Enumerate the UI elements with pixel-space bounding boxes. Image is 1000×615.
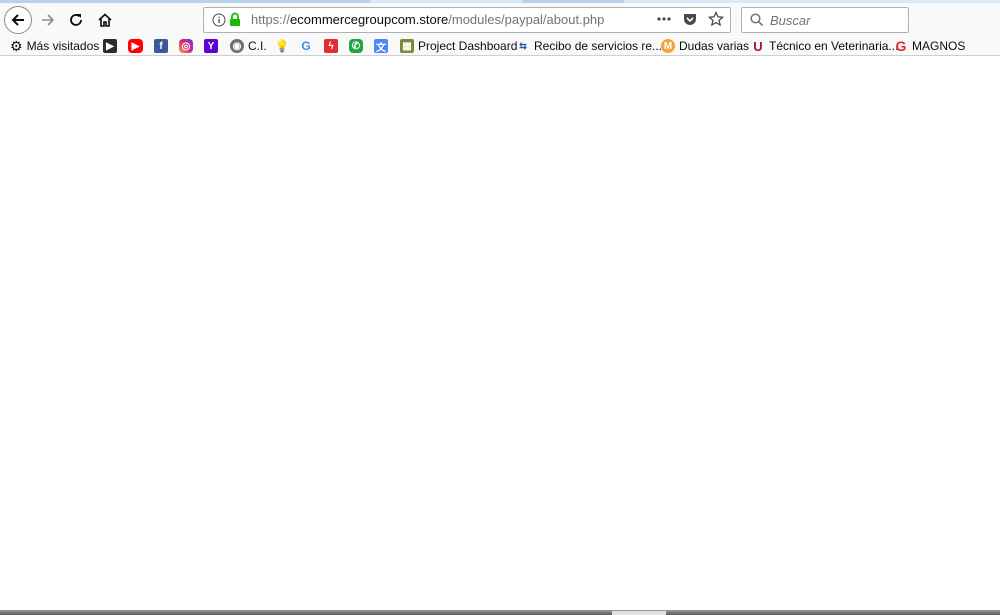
bookmark-whatsapp[interactable]: ✆ xyxy=(349,38,363,54)
bookmark-translate[interactable]: 文 xyxy=(374,38,388,54)
bookmark-label: Dudas varias xyxy=(679,39,750,53)
bookmark-label: Más visitados xyxy=(26,39,100,53)
pocket-icon[interactable] xyxy=(682,11,698,27)
url-path: /modules/paypal/about.php xyxy=(448,12,605,27)
back-button[interactable] xyxy=(4,6,32,34)
url-host: ecommercegroupcom.store xyxy=(290,12,449,27)
bookmark-ci[interactable]: ◉ C.I. xyxy=(230,38,267,54)
globe-icon: ◉ xyxy=(230,39,244,53)
translate-icon: 文 xyxy=(374,39,388,54)
gear-icon: ⚙ xyxy=(10,38,23,54)
youtube-icon: ▶ xyxy=(128,39,143,53)
magnos-g-icon: G xyxy=(895,38,907,54)
url-text[interactable]: https://ecommercegroupcom.store/modules/… xyxy=(251,12,604,27)
forward-arrow-icon xyxy=(42,14,55,26)
bookmark-dudas[interactable]: M Dudas varias xyxy=(661,38,749,54)
forward-button[interactable] xyxy=(35,7,61,33)
instagram-icon: ◎ xyxy=(179,39,193,53)
reload-icon xyxy=(70,14,82,26)
university-icon: U xyxy=(753,38,763,54)
page-actions-icon[interactable] xyxy=(656,11,672,27)
search-bar[interactable]: Buscar xyxy=(741,7,909,33)
flash-icon: ϟ xyxy=(324,39,338,53)
whatsapp-icon: ✆ xyxy=(349,39,363,53)
bookmark-flash[interactable]: ϟ xyxy=(324,38,338,54)
bookmark-label: MAGNOS xyxy=(912,39,966,53)
bookmark-project-dashboard[interactable]: ▦ Project Dashboard xyxy=(400,38,517,54)
bookmark-magnos[interactable]: G MAGNOS xyxy=(894,38,966,54)
page-content xyxy=(0,57,1000,610)
bookmarks-toolbar: ⚙ Más visitados ▶ ▶ f ◎ Y ◉ C.I. 💡 G ϟ ✆… xyxy=(0,36,1000,56)
navigation-toolbar: https://ecommercegroupcom.store/modules/… xyxy=(0,3,1000,36)
bookmark-tecnico[interactable]: U Técnico en Veterinaria... xyxy=(751,38,898,54)
bookmark-google[interactable]: G xyxy=(299,38,313,54)
home-icon xyxy=(98,13,112,27)
taskbar-edge xyxy=(0,610,1000,615)
bookmark-youtube[interactable]: ▶ xyxy=(128,38,143,54)
bookmark-facebook[interactable]: f xyxy=(154,38,168,54)
play-icon: ▶ xyxy=(103,39,117,53)
url-scheme: https:// xyxy=(251,12,291,27)
search-icon xyxy=(750,13,764,27)
bookmark-label: C.I. xyxy=(248,39,267,53)
bookmark-star-icon[interactable] xyxy=(708,11,724,27)
search-placeholder: Buscar xyxy=(770,13,811,28)
bookmark-label: Recibo de servicios re... xyxy=(534,39,663,53)
lock-icon[interactable] xyxy=(229,12,241,27)
facebook-icon: f xyxy=(154,39,168,53)
lightbulb-icon: 💡 xyxy=(274,39,290,53)
bookmark-recibo[interactable]: ⇆ Recibo de servicios re... xyxy=(516,38,662,54)
address-bar[interactable]: https://ecommercegroupcom.store/modules/… xyxy=(203,7,731,33)
bookmark-most-visited[interactable]: ⚙ Más visitados xyxy=(10,38,99,54)
reload-button[interactable] xyxy=(63,7,89,33)
taskbar-item[interactable] xyxy=(612,611,666,615)
dudas-icon: M xyxy=(661,39,675,53)
service-logo-icon: ⇆ xyxy=(519,40,527,51)
info-icon[interactable] xyxy=(212,13,226,27)
back-arrow-icon xyxy=(11,14,24,26)
bookmark-label: Project Dashboard xyxy=(418,39,518,53)
bookmark-play[interactable]: ▶ xyxy=(103,38,117,54)
yahoo-icon: Y xyxy=(204,39,218,53)
home-button[interactable] xyxy=(92,7,118,33)
bookmark-bulb[interactable]: 💡 xyxy=(274,38,290,54)
google-icon: G xyxy=(301,39,311,53)
dashboard-icon: ▦ xyxy=(400,39,414,53)
bookmark-instagram[interactable]: ◎ xyxy=(179,38,193,54)
bookmark-yahoo[interactable]: Y xyxy=(204,38,218,54)
bookmark-label: Técnico en Veterinaria... xyxy=(769,39,899,53)
